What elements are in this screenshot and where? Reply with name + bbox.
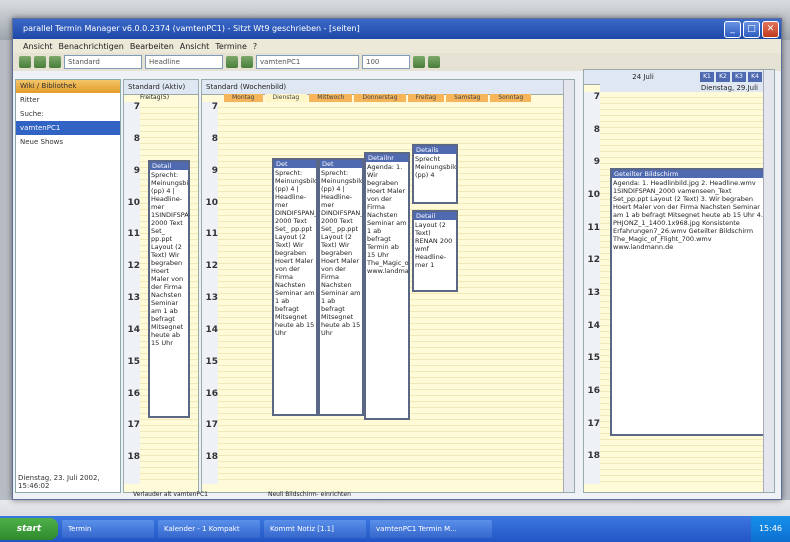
tab-day[interactable]: Sonntag [490, 94, 532, 102]
tab-day[interactable]: Samstag [446, 94, 489, 102]
library-item[interactable]: Neue Shows [16, 135, 120, 149]
library-panel: Wiki / Bibliothek Ritter Suche: vamtenPC… [15, 79, 121, 493]
tab-day[interactable]: Freitag [407, 94, 445, 102]
taskbar-item[interactable]: Termin [62, 520, 154, 538]
print-icon[interactable] [413, 56, 425, 68]
status-text: Verlauder alt vamtenPC1 [133, 491, 208, 498]
appointment[interactable]: Detail Sprecht: Meinungsbild (pp) 4 | Hea… [148, 160, 190, 418]
save-icon[interactable] [49, 56, 61, 68]
date-navigator: 24 Juli K1 K2 K3 K4 [584, 70, 774, 85]
appointment[interactable]: Det Sprecht: Meinungsbild (pp) 4 | Headli… [318, 158, 364, 416]
tab-day[interactable]: Dienstag [264, 94, 308, 102]
hour-ruler: 7 8 9 10 11 12 13 14 15 16 17 18 [202, 102, 219, 484]
view-select[interactable]: Standard [64, 55, 142, 69]
library-item[interactable]: vamtenPC1 [16, 121, 120, 135]
date-label: 24 Juli [632, 73, 654, 81]
taskbar-item[interactable]: Kalender - 1 Kompakt [158, 520, 260, 538]
menu-item[interactable]: Bearbeiten [130, 42, 174, 51]
search-label: Suche: [20, 110, 44, 118]
menu-item[interactable]: Termine [215, 42, 247, 51]
hour-ruler: 7 8 9 10 11 12 13 14 15 16 17 18 [584, 92, 601, 484]
tab-day[interactable]: Mittwoch [309, 94, 353, 102]
status-date: Dienstag, 23. Juli 2002, 15:46:02 [18, 474, 100, 490]
menu-bar: Ansicht Benachrichtigen Bearbeiten Ansic… [13, 39, 781, 53]
library-header: Wiki / Bibliothek [16, 80, 120, 93]
new-icon[interactable] [19, 56, 31, 68]
hour-ruler: 7 8 9 10 11 12 13 14 15 16 17 18 [124, 102, 141, 484]
week-button[interactable]: K3 [732, 72, 746, 82]
taskbar-item[interactable]: vamtenPC1 Termin M... [370, 520, 492, 538]
status-text: Neuli Bildschirm- einrichten [267, 491, 351, 498]
open-icon[interactable] [34, 56, 46, 68]
menu-item[interactable]: Ansicht [23, 42, 53, 51]
tab-day[interactable]: Montag [224, 94, 263, 102]
library-label: Ritter [20, 96, 40, 104]
start-button[interactable]: start [0, 518, 58, 540]
appointment[interactable]: Geteilter Bildschirm Agenda: 1. Headlinbi… [610, 168, 766, 436]
window-titlebar: parallel Termin Manager v6.0.0.2374 (vam… [13, 19, 781, 39]
close-button[interactable]: ✕ [762, 21, 779, 38]
system-tray-clock: 15:46 [750, 516, 790, 542]
zoom-select[interactable]: 100 [362, 55, 410, 69]
weekday-tabs: Montag Dienstag Mittwoch Donnerstag Frei… [202, 94, 574, 102]
week-button[interactable]: K4 [748, 72, 762, 82]
week-view: Standard (Wochenbild) Montag Dienstag Mi… [201, 79, 575, 493]
status-bar: Verlauder alt vamtenPC1 Neuli Bildschirm… [123, 491, 583, 499]
day-column: Standard (Aktiv) Freitag(5) 7 8 9 10 11 12 13 1… [123, 79, 199, 493]
window-title: parallel Termin Manager v6.0.0.2374 (vam… [23, 24, 360, 33]
appointment[interactable]: Detail Layout (2 Text) RENAN 200 wmf Head… [412, 210, 458, 292]
maximize-button[interactable]: □ [743, 21, 760, 38]
forward-icon[interactable] [241, 56, 253, 68]
appointment[interactable]: Detailnr Agenda: 1. Wir begraben Hoert Ma… [364, 152, 410, 420]
vertical-scrollbar[interactable] [563, 80, 574, 492]
appointment[interactable]: Det Sprecht: Meinungsbild (pp) 4 | Headli… [272, 158, 318, 416]
vertical-scrollbar[interactable] [763, 70, 774, 492]
week-header: Standard (Wochenbild) [202, 80, 574, 95]
menu-item[interactable]: Benachrichtigen [59, 42, 124, 51]
appointment[interactable]: Details Sprecht Meinungsbild (pp) 4 [412, 144, 458, 204]
menu-item[interactable]: ? [253, 42, 257, 51]
layout-select[interactable]: Headline [145, 55, 223, 69]
day-detail-panel: 24 Juli K1 K2 K3 K4 Dienstag, 29.Juli 78… [583, 69, 775, 493]
settings-icon[interactable] [428, 56, 440, 68]
day-header: Standard (Aktiv) [124, 80, 198, 95]
app-window: parallel Termin Manager v6.0.0.2374 (vam… [12, 18, 782, 500]
menu-item[interactable]: Ansicht [180, 42, 210, 51]
pc-select[interactable]: vamtenPC1 [256, 55, 359, 69]
week-button[interactable]: K1 [700, 72, 714, 82]
day-date: Freitag(5) [140, 94, 170, 101]
tab-day[interactable]: Donnerstag [354, 94, 406, 102]
back-icon[interactable] [226, 56, 238, 68]
week-button[interactable]: K2 [716, 72, 730, 82]
taskbar-item[interactable]: Kommt Notiz [1.1] [264, 520, 366, 538]
minimize-button[interactable]: _ [724, 21, 741, 38]
taskbar: start Termin Kalender - 1 Kompakt Kommt … [0, 516, 790, 542]
